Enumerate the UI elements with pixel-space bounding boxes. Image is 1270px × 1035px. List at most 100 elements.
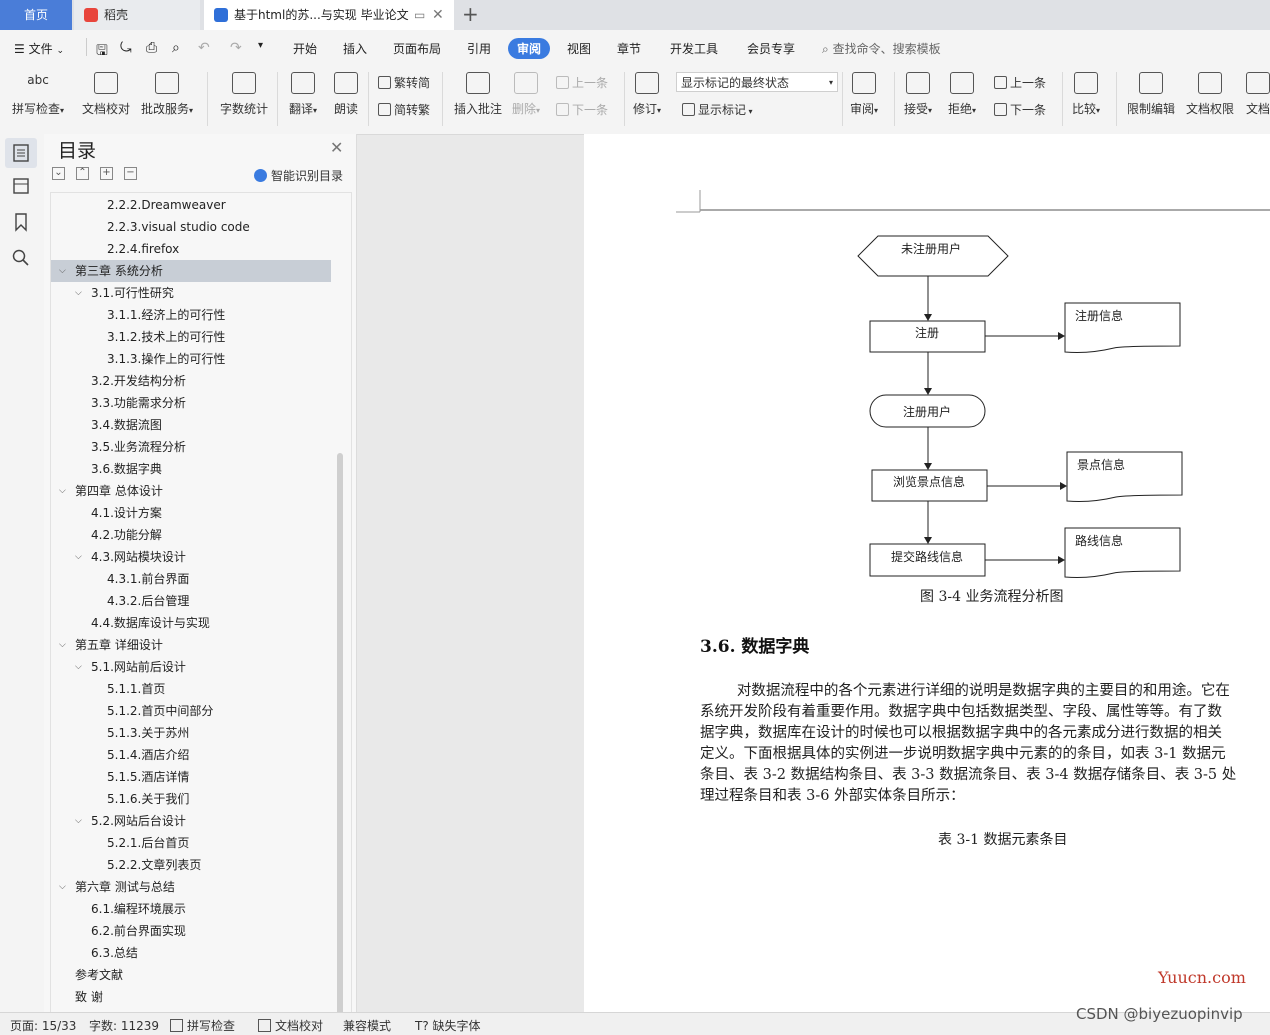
chevron-down-icon[interactable]: ⌵ (75, 810, 82, 832)
doc-proof-button[interactable]: 文档校对 (82, 72, 130, 117)
toc-item-label: 致 谢 (75, 990, 103, 1004)
spell-check-button[interactable]: abc 拼写检查▾ (12, 72, 64, 117)
quick-access-dropdown-icon[interactable]: ▾ (258, 40, 263, 51)
redo-icon[interactable]: ↷ (230, 40, 242, 56)
toc-item-label: 5.1.1.首页 (107, 682, 166, 696)
status-spell-check-label: 拼写检查 (187, 1019, 236, 1033)
close-tab-icon[interactable]: ✕ (432, 0, 444, 30)
toc-scrollbar[interactable] (337, 453, 343, 1013)
spell-check-icon: abc (27, 73, 49, 87)
word-count-indicator[interactable]: 字数: 11239 (89, 1017, 159, 1034)
chevron-down-icon[interactable]: ⌵ (59, 480, 66, 502)
file-menu-label: 文件 (28, 42, 53, 56)
toc-pane-button[interactable] (5, 138, 37, 168)
collapse-all-icon[interactable]: ⌄ (52, 167, 65, 180)
divider (1062, 72, 1063, 126)
menu-insert[interactable]: 插入 (343, 40, 367, 57)
menu-references[interactable]: 引用 (467, 40, 491, 57)
review-pane-button[interactable]: 审阅▾ (850, 72, 878, 117)
route-info-label: 路线信息 (1075, 533, 1123, 548)
table-caption: 表 3-1 数据元素条目 (938, 832, 1068, 848)
accept-icon (906, 72, 931, 94)
save-icon[interactable]: 🖫 (96, 40, 108, 64)
revise-service-label: 批改服务 (141, 102, 190, 116)
chevron-down-icon[interactable]: ⌵ (75, 282, 82, 304)
insert-comment-button[interactable]: 插入批注 (454, 72, 502, 117)
print-icon[interactable]: ⎙ (146, 40, 157, 56)
robot-icon (254, 169, 267, 182)
status-doc-proof[interactable]: 文档校对 (258, 1017, 323, 1034)
expand-up-icon[interactable]: ⌃ (76, 167, 89, 180)
doc-more-button[interactable]: 文档 (1246, 72, 1270, 117)
revise-service-button[interactable]: 批改服务▾ (141, 72, 193, 117)
toc-item-label: 参考文献 (75, 968, 124, 982)
doc-permission-button[interactable]: 文档权限 (1186, 72, 1234, 117)
smart-toc-button[interactable]: 智能识别目录 (254, 167, 343, 184)
close-icon[interactable]: ✕ (330, 138, 343, 157)
menu-page-layout[interactable]: 页面布局 (393, 40, 441, 57)
toc-item-label: 6.1.编程环境展示 (91, 902, 186, 916)
markup-state-select[interactable]: 显示标记的最终状态 ▾ (676, 72, 838, 92)
divider (624, 72, 625, 126)
translate-button[interactable]: 翻译▾ (289, 72, 317, 117)
menu-view[interactable]: 视图 (567, 40, 591, 57)
chevron-down-icon[interactable]: ⌵ (75, 546, 82, 568)
missing-font[interactable]: T? 缺失字体 (415, 1017, 481, 1034)
reject-button[interactable]: 拒绝▾ (948, 72, 976, 117)
export-icon[interactable]: ⤿ (120, 40, 132, 56)
register-node-label: 注册 (915, 325, 939, 340)
chapter-nav-icon[interactable] (11, 176, 31, 196)
tab-home[interactable]: 首页 (0, 0, 72, 30)
accept-button[interactable]: 接受▾ (904, 72, 932, 117)
tab-daoke[interactable]: 稻壳 (74, 0, 200, 30)
status-spell-check[interactable]: 拼写检查 (170, 1017, 235, 1034)
tab-document[interactable]: 基于html的苏...与实现 毕业论文 ▭ ✕ (204, 0, 454, 30)
undo-icon[interactable]: ↶ (198, 40, 210, 56)
search-icon[interactable] (11, 248, 31, 268)
scenic-info-label: 景点信息 (1077, 457, 1125, 472)
menu-chapter[interactable]: 章节 (617, 40, 641, 57)
bookmark-icon[interactable] (11, 212, 31, 232)
simp-to-trad-button[interactable]: 简转繁 (378, 101, 430, 118)
next-change-button[interactable]: 下一条 (994, 101, 1046, 118)
chevron-down-icon[interactable]: ⌵ (59, 634, 66, 656)
word-count-button[interactable]: 字数统计 (220, 72, 268, 117)
file-menu[interactable]: ☰ 文件 ⌄ (14, 40, 64, 57)
compare-button[interactable]: 比较▾ (1072, 72, 1100, 117)
command-search[interactable]: ⌕ 查找命令、搜索模板 (822, 40, 941, 57)
next-comment-button[interactable]: 下一条 (556, 101, 608, 118)
prev-comment-button[interactable]: 上一条 (556, 74, 608, 91)
menu-start[interactable]: 开始 (293, 40, 317, 57)
command-search-placeholder: 查找命令、搜索模板 (832, 42, 941, 56)
toc-item-label: 3.6.数据字典 (91, 462, 162, 476)
word-doc-icon (214, 8, 228, 22)
prev-change-button[interactable]: 上一条 (994, 74, 1046, 91)
toc-item[interactable]: ⌵ 第三章 系统分析 (51, 260, 331, 282)
read-aloud-button[interactable]: 朗读 (334, 72, 358, 117)
chevron-down-icon[interactable]: ⌵ (75, 656, 82, 678)
show-markup-button[interactable]: 显示标记 ▾ (682, 101, 753, 118)
trad-to-simp-button[interactable]: 繁转简 (378, 74, 430, 91)
add-level-icon[interactable]: + (100, 167, 113, 180)
print-preview-icon[interactable]: ⌕ (172, 40, 180, 56)
page-indicator[interactable]: 页面: 15/33 (10, 1017, 76, 1034)
toc-item-label: 4.1.设计方案 (91, 506, 162, 520)
body-line: 据字典，数据库在设计的时候也可以根据数据字典中的各元素成分进行数据的相关 (700, 725, 1222, 741)
next-comment-label: 下一条 (572, 103, 609, 117)
new-tab-icon[interactable]: + (462, 2, 479, 26)
remove-level-icon[interactable]: − (124, 167, 137, 180)
menu-developer[interactable]: 开发工具 (670, 40, 718, 57)
toc-item-label: 6.2.前台界面实现 (91, 924, 186, 938)
chevron-down-icon[interactable]: ⌵ (59, 260, 66, 282)
menu-review[interactable]: 审阅 (508, 38, 551, 59)
track-changes-button[interactable]: 修订▾ (633, 72, 661, 117)
delete-comment-button[interactable]: 删除▾ (512, 72, 540, 117)
translate-label: 翻译 (289, 102, 314, 116)
monitor-icon[interactable]: ▭ (414, 0, 425, 30)
review-ribbon: abc 拼写检查▾ 文档校对 批改服务▾ 字数统计 翻译▾ 朗读 繁转简 简转繁… (0, 66, 1270, 135)
arrow-head (1058, 556, 1065, 564)
menu-member[interactable]: 会员专享 (747, 40, 795, 57)
chevron-down-icon[interactable]: ⌵ (59, 876, 66, 898)
document-page[interactable]: 未注册用户 注册 注册信息 注册用户 浏览景点信息 景点信息 提交路线信息 路线… (584, 134, 1270, 1012)
restrict-edit-button[interactable]: 限制编辑 (1127, 72, 1175, 117)
